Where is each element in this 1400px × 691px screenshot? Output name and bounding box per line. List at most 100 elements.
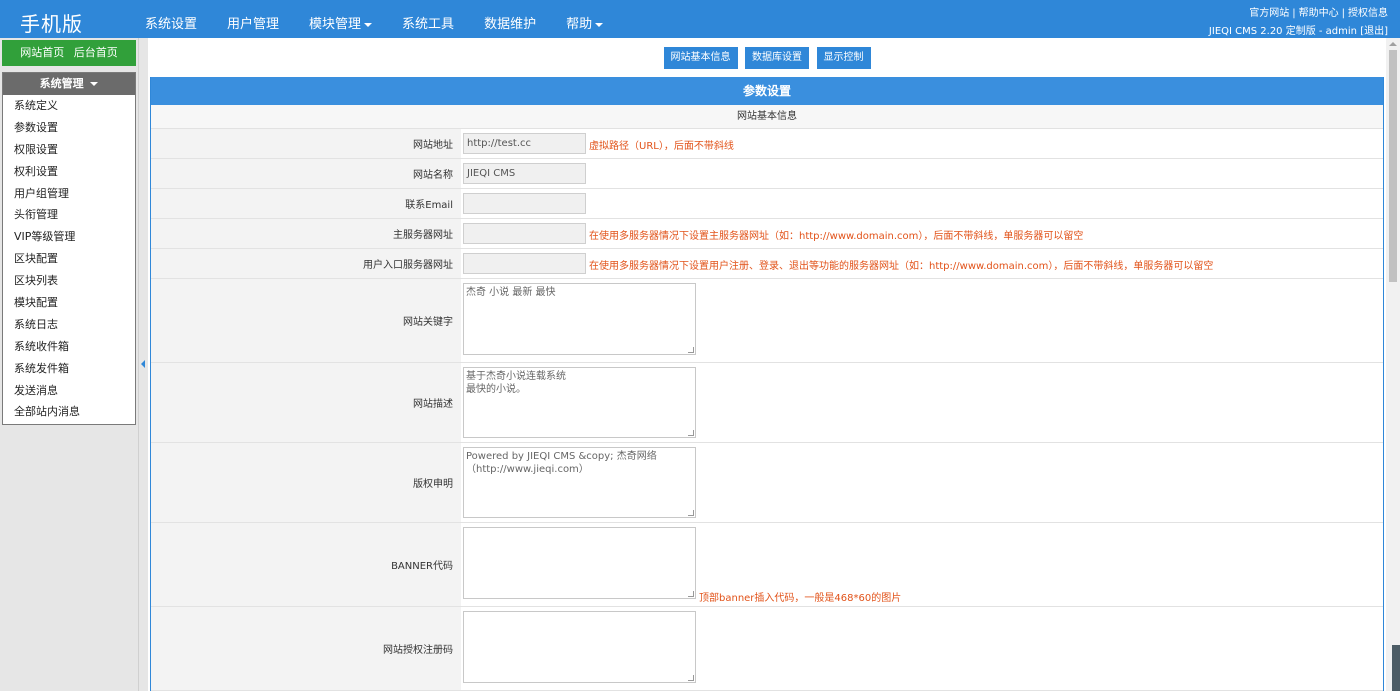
field-label: 联系Email <box>151 189 461 218</box>
version-info[interactable]: JIEQI CMS 2.20 定制版 - admin [退出] <box>1209 22 1388 37</box>
section-title: 网站基本信息 <box>151 105 1383 129</box>
field-label: 网站关键字 <box>151 279 461 362</box>
sidebar-item-rights-settings[interactable]: 权利设置 <box>3 161 135 183</box>
tab-site-basic-info[interactable]: 网站基本信息 <box>663 47 738 69</box>
sidebar-item-vip-level-management[interactable]: VIP等级管理 <box>3 226 135 248</box>
system-menu: 系统管理 系统定义 参数设置 权限设置 权利设置 用户组管理 头衔管理 VIP等… <box>2 72 136 425</box>
sidebar-item-parameter-settings[interactable]: 参数设置 <box>3 117 135 139</box>
resize-grip-icon[interactable] <box>688 347 694 353</box>
banner-textarea[interactable] <box>463 527 696 599</box>
sidebar-item-permission-settings[interactable]: 权限设置 <box>3 139 135 161</box>
page-scrollbar[interactable] <box>1386 38 1400 691</box>
form-row-site-name: 网站名称 JIEQI CMS <box>151 159 1383 189</box>
field-label: 网站描述 <box>151 363 461 442</box>
sidebar-item-send-message[interactable]: 发送消息 <box>3 380 135 402</box>
menu-title: 系统管理 <box>39 77 84 90</box>
sidebar-item-block-config[interactable]: 区块配置 <box>3 248 135 270</box>
nav-label: 用户管理 <box>227 17 280 32</box>
caret-down-icon <box>90 82 99 86</box>
sidebar-item-title-management[interactable]: 头衔管理 <box>3 204 135 226</box>
textarea-value: 基于杰奇小说连载系统 最快的小说。 <box>466 371 566 395</box>
form-row-copyright: 版权申明 Powered by JIEQI CMS &copy; 杰奇网络（ht… <box>151 443 1383 523</box>
sidebar-item-system-inbox[interactable]: 系统收件箱 <box>3 336 135 358</box>
help-center-link[interactable]: 帮助中心 <box>1299 8 1339 19</box>
site-url-input[interactable]: http://test.cc <box>463 133 586 154</box>
home-links-bar: 网站首页 后台首页 <box>2 40 136 66</box>
sidebar-item-user-group-management[interactable]: 用户组管理 <box>3 183 135 205</box>
email-input[interactable] <box>463 193 586 214</box>
official-site-link[interactable]: 官方网站 <box>1249 8 1289 19</box>
sidebar: 网站首页 后台首页 系统管理 系统定义 参数设置 权限设置 权利设置 用户组管理… <box>0 38 138 691</box>
sidebar-item-module-config[interactable]: 模块配置 <box>3 292 135 314</box>
site-url-hint: 虚拟路径（URL），后面不带斜线 <box>589 141 734 152</box>
description-textarea[interactable]: 基于杰奇小说连载系统 最快的小说。 <box>463 367 696 438</box>
license-textarea[interactable] <box>463 611 696 683</box>
main-server-input[interactable] <box>463 223 586 244</box>
nav-label: 帮助 <box>566 17 593 32</box>
resize-grip-icon[interactable] <box>688 591 694 597</box>
brand-logo[interactable]: 手机版 <box>20 8 83 37</box>
sidebar-item-system-log[interactable]: 系统日志 <box>3 314 135 336</box>
nav-label: 系统工具 <box>402 17 455 32</box>
field-label: 版权申明 <box>151 443 461 522</box>
form-row-main-server: 主服务器网址 在使用多服务器情况下设置主服务器网址（如：http://www.d… <box>151 219 1383 249</box>
sidebar-item-system-outbox[interactable]: 系统发件箱 <box>3 358 135 380</box>
system-menu-header[interactable]: 系统管理 <box>3 73 135 95</box>
nav-label: 模块管理 <box>309 17 362 32</box>
field-label: 用户入口服务器网址 <box>151 249 461 278</box>
nav-item-module-management[interactable]: 模块管理 <box>294 0 387 38</box>
site-name-input[interactable]: JIEQI CMS <box>463 163 586 184</box>
nav-item-system-settings[interactable]: 系统设置 <box>130 0 212 38</box>
sidebar-item-all-messages[interactable]: 全部站内消息 <box>3 401 135 423</box>
nav-label: 数据维护 <box>484 17 537 32</box>
main-server-hint: 在使用多服务器情况下设置主服务器网址（如：http://www.domain.c… <box>589 231 1084 242</box>
settings-tabs: 网站基本信息 数据库设置 显示控制 <box>148 47 1386 69</box>
admin-home-link[interactable]: 后台首页 <box>74 46 118 59</box>
main-content: 网站基本信息 数据库设置 显示控制 参数设置 网站基本信息 网站地址 http:… <box>148 38 1386 691</box>
nav-item-system-tools[interactable]: 系统工具 <box>387 0 469 38</box>
nav-item-data-maintenance[interactable]: 数据维护 <box>469 0 551 38</box>
link-separator: | <box>1292 8 1296 19</box>
textarea-value: 杰奇 小说 最新 最快 <box>466 287 556 298</box>
field-label: 网站授权注册码 <box>151 607 461 690</box>
top-links: 官方网站 | 帮助中心 | 授权信息 <box>1249 4 1388 19</box>
resize-grip-icon[interactable] <box>688 430 694 436</box>
form-row-banner: BANNER代码 顶部banner插入代码，一般是468*60的图片 <box>151 523 1383 607</box>
sidebar-item-system-definition[interactable]: 系统定义 <box>3 95 135 117</box>
copyright-textarea[interactable]: Powered by JIEQI CMS &copy; 杰奇网络（http://… <box>463 447 696 518</box>
form-row-description: 网站描述 基于杰奇小说连载系统 最快的小说。 <box>151 363 1383 443</box>
scroll-up-arrow-icon[interactable] <box>1389 42 1397 46</box>
form-row-email: 联系Email <box>151 189 1383 219</box>
scroll-thumb[interactable] <box>1389 50 1397 282</box>
license-info-link[interactable]: 授权信息 <box>1348 8 1388 19</box>
sidebar-item-block-list[interactable]: 区块列表 <box>3 270 135 292</box>
top-nav: 系统设置 用户管理 模块管理 系统工具 数据维护 帮助 <box>130 0 618 38</box>
user-server-hint: 在使用多服务器情况下设置用户注册、登录、退出等功能的服务器网址（如：http:/… <box>589 261 1214 272</box>
side-dock-tab[interactable] <box>1392 645 1400 691</box>
banner-hint: 顶部banner插入代码，一般是468*60的图片 <box>699 593 902 604</box>
resize-grip-icon[interactable] <box>688 510 694 516</box>
link-separator: | <box>1341 8 1345 19</box>
caret-down-icon <box>364 22 373 27</box>
panel-title: 参数设置 <box>151 77 1383 105</box>
nav-label: 系统设置 <box>145 17 198 32</box>
chevron-left-icon[interactable] <box>141 360 145 368</box>
nav-item-help[interactable]: 帮助 <box>551 0 618 38</box>
form-row-keywords: 网站关键字 杰奇 小说 最新 最快 <box>151 279 1383 363</box>
keywords-textarea[interactable]: 杰奇 小说 最新 最快 <box>463 283 696 355</box>
nav-item-user-management[interactable]: 用户管理 <box>212 0 294 38</box>
resize-grip-icon[interactable] <box>688 675 694 681</box>
form-row-user-server: 用户入口服务器网址 在使用多服务器情况下设置用户注册、登录、退出等功能的服务器网… <box>151 249 1383 279</box>
sidebar-collapse-handle[interactable] <box>138 38 148 691</box>
settings-form-panel: 参数设置 网站基本信息 网站地址 http://test.cc 虚拟路径（URL… <box>150 77 1384 691</box>
field-label: 主服务器网址 <box>151 219 461 248</box>
field-label: 网站地址 <box>151 129 461 158</box>
tab-database-settings[interactable]: 数据库设置 <box>745 47 809 69</box>
form-row-site-url: 网站地址 http://test.cc 虚拟路径（URL），后面不带斜线 <box>151 129 1383 159</box>
top-header: 手机版 系统设置 用户管理 模块管理 系统工具 数据维护 帮助 官方网站 | 帮助中… <box>0 0 1400 38</box>
tab-display-control[interactable]: 显示控制 <box>816 47 871 69</box>
site-home-link[interactable]: 网站首页 <box>20 46 64 59</box>
textarea-value: Powered by JIEQI CMS &copy; 杰奇网络（http://… <box>466 451 657 475</box>
user-server-input[interactable] <box>463 253 586 274</box>
field-label: 网站名称 <box>151 159 461 188</box>
